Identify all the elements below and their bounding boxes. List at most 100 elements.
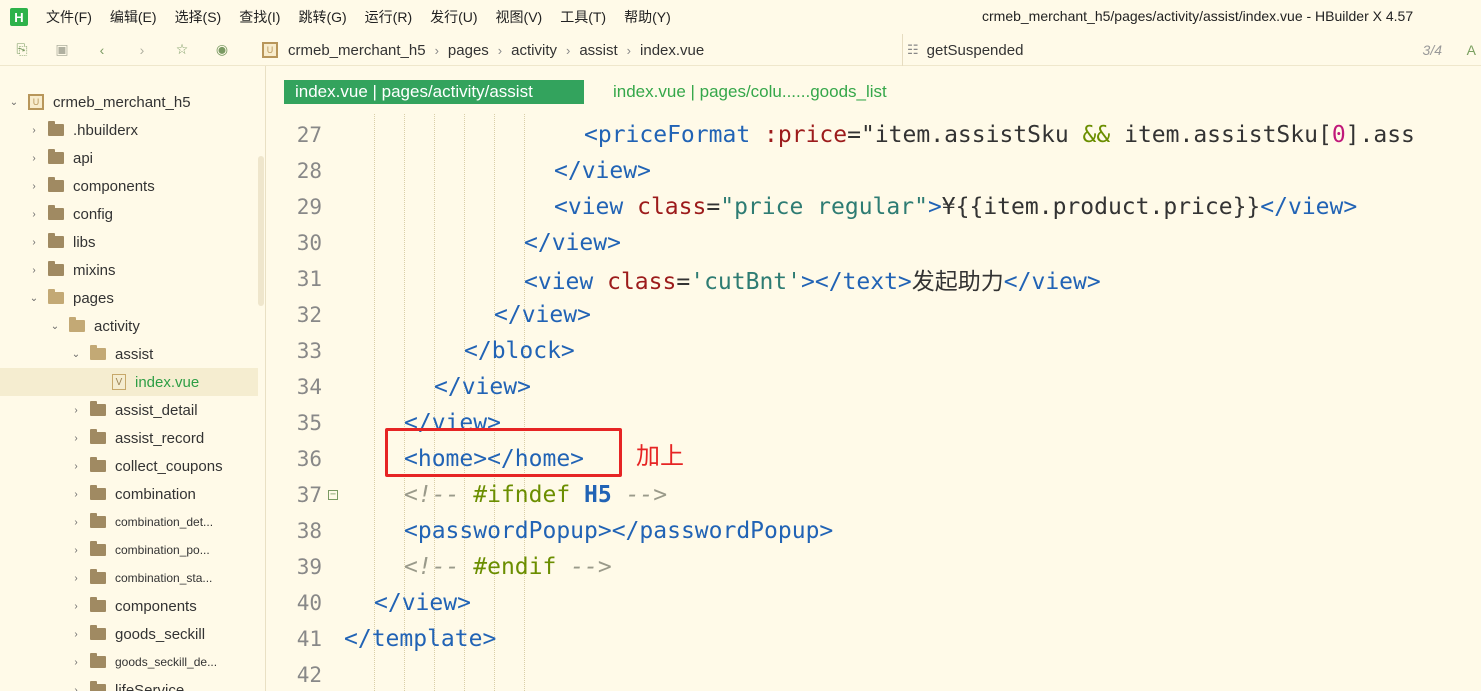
- chevron-right-icon: ›: [565, 42, 571, 58]
- chevron-down-icon: ⌄: [50, 320, 60, 332]
- tree-label: components: [115, 597, 197, 615]
- tab-inactive[interactable]: index.vue | pages/colu......goods_list: [613, 80, 887, 104]
- tree-label: combination_po...: [115, 543, 210, 557]
- chevron-right-icon: ›: [74, 544, 78, 556]
- tree-folder[interactable]: › assist_detail: [0, 396, 258, 424]
- tree-folder[interactable]: › components: [0, 172, 258, 200]
- tree-folder[interactable]: ⌄ activity: [0, 312, 258, 340]
- menu-tools[interactable]: 工具(T): [560, 7, 606, 27]
- tree-folder[interactable]: › combination: [0, 480, 258, 508]
- code-token: </view>: [554, 158, 651, 184]
- tree-folder[interactable]: › assist_record: [0, 424, 258, 452]
- breadcrumb-item[interactable]: assist: [579, 42, 617, 59]
- line-number: 29: [296, 195, 322, 219]
- code-token: 0: [1331, 122, 1346, 148]
- tree-label: components: [73, 177, 155, 195]
- tab-active[interactable]: index.vue | pages/activity/assist: [284, 80, 584, 104]
- code-line: 33 </block>: [268, 333, 1481, 369]
- menu-edit[interactable]: 编辑(E): [110, 7, 157, 27]
- tree-label: config: [73, 205, 114, 223]
- tree-folder[interactable]: › goods_seckill: [0, 620, 258, 648]
- tree-folder[interactable]: › .hbuilderx: [0, 116, 258, 144]
- breadcrumb-item[interactable]: index.vue: [640, 42, 704, 59]
- code-line: 41 </template>: [268, 621, 1481, 657]
- tree-file-selected[interactable]: V index.vue: [0, 368, 258, 396]
- line-number: 42: [296, 663, 322, 687]
- menu-select[interactable]: 选择(S): [175, 7, 222, 27]
- code-token: <!--: [404, 554, 474, 580]
- chevron-right-icon: ›: [74, 572, 78, 584]
- code-token: 发起助力: [911, 269, 1004, 295]
- line-number: 35: [296, 411, 322, 435]
- tree-folder[interactable]: › lifeService: [0, 676, 258, 691]
- chevron-right-icon: ›: [626, 42, 632, 58]
- chevron-right-icon: ›: [32, 180, 36, 192]
- window-title: crmeb_merchant_h5/pages/activity/assist/…: [982, 8, 1414, 24]
- code-line: 32 </view>: [268, 297, 1481, 333]
- function-search[interactable]: ☷ getSuspended 3/4 A: [902, 34, 1476, 66]
- sidebar-scrollbar[interactable]: [258, 156, 264, 306]
- tree-folder[interactable]: › collect_coupons: [0, 452, 258, 480]
- tree-folder[interactable]: › libs: [0, 228, 258, 256]
- chevron-right-icon: ›: [74, 432, 78, 444]
- chevron-right-icon: ›: [74, 404, 78, 416]
- tree-folder[interactable]: › combination_det...: [0, 508, 258, 536]
- tree-folder[interactable]: › combination_sta...: [0, 564, 258, 592]
- code-editor[interactable]: 27 <priceFormat :price="item.assistSku &…: [268, 114, 1481, 691]
- menu-run[interactable]: 运行(R): [365, 7, 412, 27]
- menu-find[interactable]: 查找(I): [239, 7, 280, 27]
- tree-folder[interactable]: › mixins: [0, 256, 258, 284]
- tree-folder[interactable]: ⌄ pages: [0, 284, 258, 312]
- code-token: ].ass: [1345, 122, 1415, 148]
- function-search-value[interactable]: getSuspended: [927, 42, 1024, 59]
- tree-label: crmeb_merchant_h5: [53, 93, 191, 111]
- code-token: <priceFormat: [584, 122, 751, 148]
- code-token: =": [847, 122, 875, 148]
- tree-folder[interactable]: ⌄ assist: [0, 340, 258, 368]
- code-token: &&: [1082, 122, 1111, 148]
- function-search-more[interactable]: A: [1467, 42, 1476, 58]
- menu-publish[interactable]: 发行(U): [430, 7, 477, 27]
- tree-project[interactable]: ⌄ U crmeb_merchant_h5: [0, 88, 258, 116]
- tree-label: mixins: [73, 261, 116, 279]
- toolbar: ⎘ ▣ ‹ › ☆ ◉ U crmeb_merchant_h5 › pages …: [0, 34, 1481, 66]
- tree-folder[interactable]: › api: [0, 144, 258, 172]
- star-icon[interactable]: ☆: [174, 41, 190, 58]
- line-number: 30: [296, 231, 322, 255]
- code-line: 38 <passwordPopup></passwordPopup>: [268, 513, 1481, 549]
- menu-view[interactable]: 视图(V): [496, 7, 543, 27]
- code-line: 42: [268, 657, 1481, 691]
- tree-folder[interactable]: › components: [0, 592, 258, 620]
- breadcrumb-item[interactable]: pages: [448, 42, 489, 59]
- chevron-right-icon: ›: [74, 516, 78, 528]
- line-number: 32: [296, 303, 322, 327]
- code-line: 28 </view>: [268, 153, 1481, 189]
- folder-icon: [48, 233, 64, 248]
- run-icon[interactable]: ◉: [214, 41, 230, 58]
- forward-icon[interactable]: ›: [134, 42, 150, 58]
- tree-folder[interactable]: › goods_seckill_de...: [0, 648, 258, 676]
- menu-file[interactable]: 文件(F): [46, 7, 92, 27]
- breadcrumb-item[interactable]: crmeb_merchant_h5: [288, 42, 426, 59]
- back-icon[interactable]: ‹: [94, 42, 110, 58]
- code-token: class: [637, 194, 707, 220]
- tree-folder[interactable]: › combination_po...: [0, 536, 258, 564]
- folder-icon: [90, 569, 106, 584]
- tree-label: combination_det...: [115, 515, 214, 529]
- menu-bar: H 文件(F) 编辑(E) 选择(S) 查找(I) 跳转(G) 运行(R) 发行…: [0, 0, 1481, 34]
- new-file-icon[interactable]: ⎘: [14, 41, 30, 58]
- code-token: </template>: [344, 626, 497, 652]
- code-token: </view>: [524, 230, 621, 256]
- menu-goto[interactable]: 跳转(G): [298, 7, 346, 27]
- tree-label: assist_detail: [115, 401, 198, 419]
- fold-toggle-icon[interactable]: −: [328, 490, 338, 500]
- save-icon[interactable]: ▣: [54, 41, 70, 58]
- code-line: 34 </view>: [268, 369, 1481, 405]
- tree-folder[interactable]: › config: [0, 200, 258, 228]
- menu-help[interactable]: 帮助(Y): [624, 7, 671, 27]
- function-search-count: 3/4: [1422, 42, 1442, 58]
- chevron-down-icon: ⌄: [9, 96, 19, 108]
- vue-file-icon: V: [112, 374, 126, 390]
- project-icon: U: [28, 94, 44, 110]
- breadcrumb-item[interactable]: activity: [511, 42, 557, 59]
